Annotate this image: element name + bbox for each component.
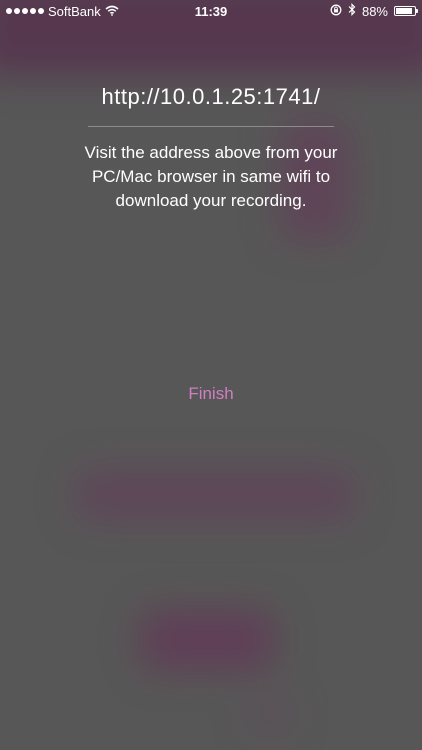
download-instructions: Visit the address above from your PC/Mac… [84, 143, 338, 210]
battery-icon [394, 6, 418, 16]
dim-overlay [0, 0, 422, 750]
server-address: http://10.0.1.25:1741/ [101, 84, 321, 109]
bluetooth-icon [348, 3, 356, 19]
status-bar: SoftBank 11:39 88% [0, 0, 422, 22]
rotation-lock-icon [330, 4, 342, 19]
divider [88, 126, 334, 127]
finish-button[interactable]: Finish [161, 382, 261, 406]
status-right: 88% [330, 3, 418, 19]
screen: SoftBank 11:39 88% http://10.0.1.25:1741… [0, 0, 422, 750]
battery-percent: 88% [361, 3, 388, 19]
